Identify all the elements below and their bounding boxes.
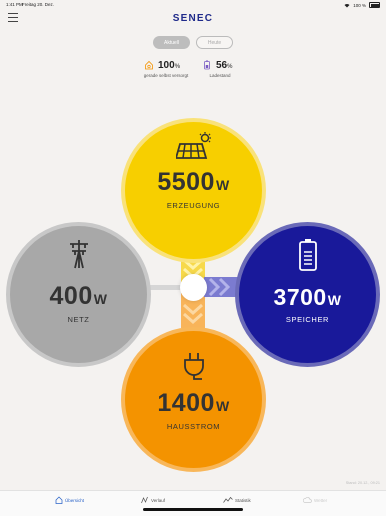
status-battery: 100 %	[353, 2, 366, 8]
tab-statistics-label: Statistik	[235, 497, 251, 503]
house-value: 1400W	[157, 389, 230, 417]
home-sun-icon	[145, 60, 153, 70]
last-update-note: Stand: 20.12., 09:21	[345, 481, 380, 485]
home-indicator[interactable]	[143, 508, 243, 511]
battery-storage-icon	[298, 239, 317, 271]
wifi-icon	[344, 3, 350, 7]
status-bar: 1:41 PM Freitag 20. Dez. 100 %	[0, 0, 386, 10]
status-date: Freitag 20. Dez.	[22, 2, 55, 7]
app-header: SENEC	[0, 10, 386, 28]
tab-history-label: Verlauf	[151, 497, 166, 503]
grid-label: NETZ	[67, 315, 90, 324]
house-circle[interactable]: 1400W HAUSSTROM	[121, 327, 266, 472]
flow-hub	[180, 274, 207, 301]
toggle-today[interactable]: Heute	[196, 36, 233, 49]
generation-value: 5500W	[157, 168, 230, 196]
toggle-current[interactable]: Aktuell	[153, 36, 190, 49]
charge-level-value: 56%	[216, 60, 233, 71]
chart-icon	[141, 496, 148, 504]
tab-bar: Übersicht Verlauf Statistik Wetter	[0, 490, 386, 516]
status-time: 1:41 PM	[6, 2, 23, 7]
grid-circle[interactable]: 400W NETZ	[6, 222, 151, 367]
generation-circle[interactable]: 5500W ERZEUGUNG	[121, 118, 266, 263]
battery-status-icon	[369, 2, 380, 8]
flow-connector-grid	[146, 285, 184, 290]
tab-weather[interactable]: Wetter	[303, 496, 327, 504]
storage-label: SPEICHER	[285, 315, 330, 324]
flow-arrows-right-icon	[208, 277, 231, 297]
grid-value: 400W	[49, 282, 108, 310]
flow-arrows-house-icon	[183, 303, 203, 325]
statistics-icon	[223, 496, 233, 503]
weather-icon	[303, 497, 312, 503]
plug-icon	[183, 353, 204, 380]
power-pylon-icon	[69, 240, 88, 269]
tab-history[interactable]: Verlauf	[141, 496, 165, 504]
tab-overview[interactable]: Übersicht	[55, 496, 84, 504]
storage-circle[interactable]: 3700W SPEICHER	[235, 222, 380, 367]
tab-overview-label: Übersicht	[65, 497, 85, 503]
tab-weather-label: Wetter	[314, 497, 328, 503]
home-icon	[55, 496, 63, 504]
generation-label: ERZEUGUNG	[166, 201, 221, 210]
tab-statistics[interactable]: Statistik	[223, 496, 251, 504]
self-supply-label: gerade selbst versorgt	[143, 73, 189, 78]
storage-value: 3700W	[273, 284, 342, 310]
house-label: HAUSSTROM	[166, 422, 221, 431]
status-right: 100 %	[344, 2, 380, 8]
self-supply-value: 100%	[158, 60, 181, 71]
charge-level-label: Ladestand	[209, 73, 231, 78]
battery-icon	[204, 60, 210, 70]
solar-panel-icon	[175, 132, 211, 159]
senec-logo: SENEC	[172, 13, 214, 24]
